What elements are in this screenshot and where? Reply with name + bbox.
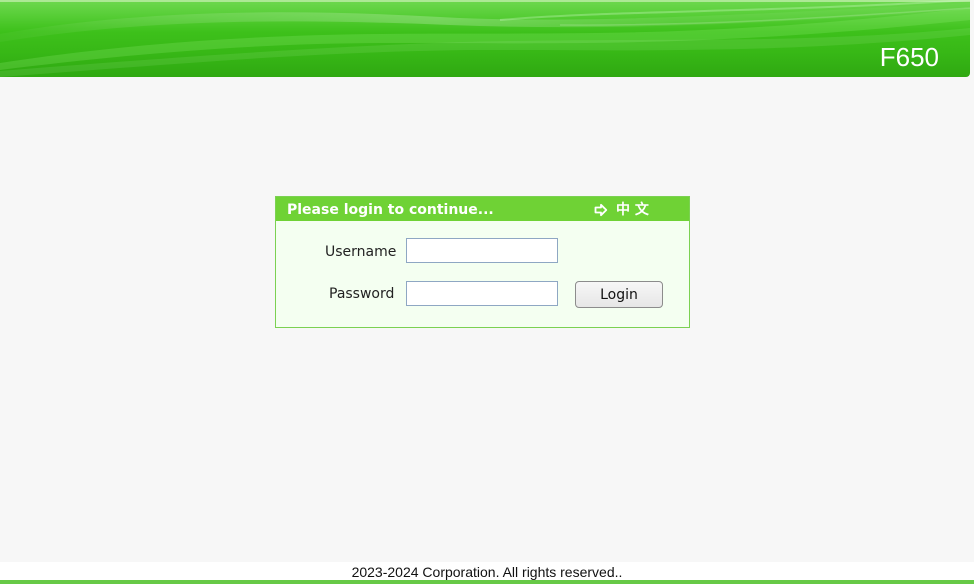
copyright-text: 2023-2024 Corporation. All rights reserv… xyxy=(351,564,623,580)
username-label: Username xyxy=(325,244,397,260)
login-panel-header: Please login to continue... 中 文 xyxy=(276,197,689,221)
language-switch[interactable]: 中 文 xyxy=(594,201,649,219)
password-label: Password xyxy=(329,286,395,302)
footer-accent-line xyxy=(0,580,974,584)
language-label[interactable]: 中 文 xyxy=(616,202,649,218)
login-prompt: Please login to continue... xyxy=(287,202,494,218)
arrow-right-icon xyxy=(594,203,608,217)
product-name: F650 xyxy=(879,42,939,72)
top-banner: F650 xyxy=(0,0,970,77)
password-input[interactable] xyxy=(406,281,558,306)
login-panel: Please login to continue... 中 文 Username… xyxy=(275,196,690,328)
banner-wave-graphic xyxy=(0,0,970,77)
login-button[interactable]: Login xyxy=(575,281,663,308)
username-input[interactable] xyxy=(406,238,558,263)
